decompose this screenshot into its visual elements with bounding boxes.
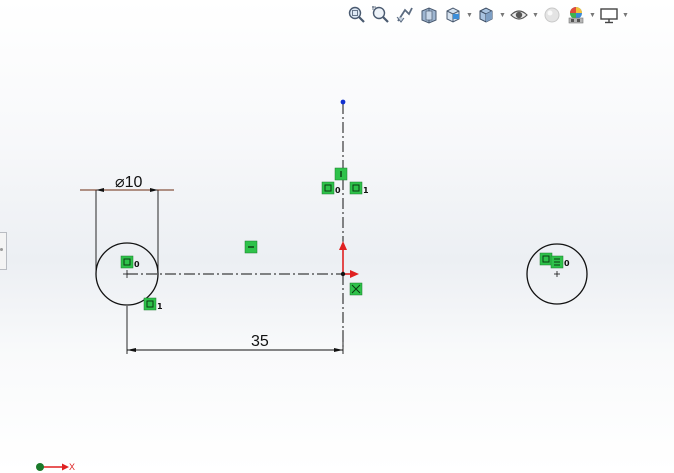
coincident-relation-icon[interactable]: 1 — [143, 297, 163, 311]
svg-text:0: 0 — [134, 260, 140, 269]
sketch-origin[interactable] — [339, 241, 359, 278]
coincident-relation-icon[interactable]: 0 — [120, 255, 140, 269]
svg-text:0: 0 — [335, 186, 341, 195]
circle-center-right[interactable] — [554, 271, 560, 277]
diameter-dimension-text[interactable]: ⌀10 — [115, 174, 143, 191]
graphics-area[interactable]: ⌀10 35 0 1 0 1 0 X — [0, 0, 674, 473]
linear-dimension-text[interactable]: 35 — [251, 333, 269, 350]
origin-relation-icon[interactable] — [349, 282, 363, 296]
triad-x-label: X — [69, 462, 75, 472]
circle-center-left[interactable] — [123, 270, 131, 278]
svg-text:1: 1 — [363, 186, 369, 195]
linear-dimension[interactable]: 35 — [126, 306, 344, 354]
svg-text:0: 0 — [564, 259, 570, 268]
vertical-relation-icon[interactable] — [334, 167, 348, 181]
equal-relation-icon[interactable]: 0 — [539, 252, 570, 269]
coincident-relation-icon[interactable]: 1 — [349, 181, 369, 195]
reference-triad-icon: X — [36, 462, 75, 472]
svg-text:1: 1 — [157, 302, 163, 311]
coincident-relation-icon[interactable]: 0 — [321, 181, 341, 195]
horizontal-relation-icon[interactable] — [244, 240, 258, 254]
centerline-endpoint[interactable] — [340, 99, 346, 105]
